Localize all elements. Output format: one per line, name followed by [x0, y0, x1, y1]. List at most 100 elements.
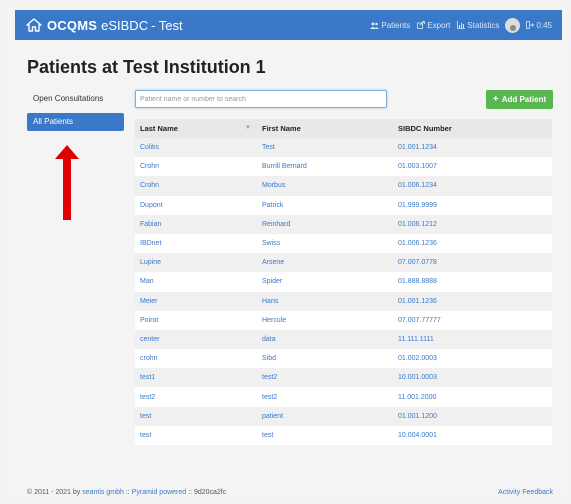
table-row[interactable]: test test 10.004.0001: [135, 425, 552, 445]
cell-sibdc-number[interactable]: 01.999.9999: [393, 202, 552, 209]
cell-last-name[interactable]: test2: [135, 394, 257, 401]
cell-last-name[interactable]: Crohn: [135, 163, 257, 170]
table-row[interactable]: Lupine Arsene 07.007.0778: [135, 253, 552, 273]
cell-sibdc-number[interactable]: 07.007.77777: [393, 317, 552, 324]
cell-last-name[interactable]: Dupont: [135, 202, 257, 209]
brand-light: eSIBDC: [101, 17, 149, 33]
cell-last-name[interactable]: Lupine: [135, 259, 257, 266]
column-header-first-name[interactable]: First Name: [257, 124, 393, 133]
footer-copyright: © 2011 - 2021 by seantis gmbh :: Pyramid…: [27, 489, 226, 496]
cell-sibdc-number[interactable]: 01.003.1007: [393, 163, 552, 170]
table-row[interactable]: Colitis Test 01.001.1234: [135, 138, 552, 158]
nav-export-label: Export: [427, 20, 451, 30]
bar-chart-icon: [457, 21, 466, 29]
plus-icon: +: [492, 94, 499, 105]
cell-first-name[interactable]: Hercule: [257, 317, 393, 324]
cell-first-name[interactable]: test2: [257, 374, 393, 381]
cell-first-name[interactable]: Morbus: [257, 182, 393, 189]
footer-separator: ::: [125, 489, 130, 496]
table-row[interactable]: Crohn Morbus 01.006.1234: [135, 176, 552, 196]
cell-first-name[interactable]: test2: [257, 394, 393, 401]
activity-feedback-link[interactable]: Activity Feedback: [498, 489, 553, 496]
cell-first-name[interactable]: Patrick: [257, 202, 393, 209]
table-row[interactable]: center data 11.111.1111: [135, 329, 552, 350]
cell-last-name[interactable]: Crohn: [135, 182, 257, 189]
sidebar-item-open-consultations[interactable]: Open Consultations: [27, 90, 124, 108]
nav-export[interactable]: Export: [417, 21, 450, 30]
cell-sibdc-number[interactable]: 01.001.1200: [393, 413, 552, 420]
add-patient-button[interactable]: + Add Patient: [486, 90, 553, 109]
cell-sibdc-number[interactable]: 01.002.0003: [393, 355, 552, 362]
cell-last-name[interactable]: center: [135, 336, 257, 343]
cell-first-name[interactable]: Swiss: [257, 240, 393, 247]
sidebar-item-all-patients[interactable]: All Patients: [27, 113, 124, 131]
cell-last-name[interactable]: IBDnet: [135, 240, 257, 247]
cell-first-name[interactable]: Reinhard: [257, 221, 393, 228]
user-avatar[interactable]: [505, 17, 521, 33]
cell-last-name[interactable]: crohn: [135, 355, 257, 362]
brand-suffix: - Test: [151, 17, 183, 33]
cell-sibdc-number[interactable]: 01.006.1212: [393, 221, 552, 228]
cell-first-name[interactable]: Sibd: [257, 355, 393, 362]
logout-icon: [526, 21, 535, 29]
top-nav: Patients Export Statistics 0:45: [363, 17, 552, 33]
table-row[interactable]: test1 test2 10.001.0003: [135, 368, 552, 388]
nav-patients-label: Patients: [381, 20, 411, 30]
cell-first-name[interactable]: Hans: [257, 298, 393, 305]
table-row[interactable]: Crohn Burrill Bernard 01.003.1007: [135, 157, 552, 177]
cell-sibdc-number[interactable]: 01.006.1234: [393, 182, 552, 189]
cell-first-name[interactable]: Arsene: [257, 259, 393, 266]
cell-sibdc-number[interactable]: 01.006.1236: [393, 240, 552, 247]
cell-sibdc-number[interactable]: 11.111.1111: [393, 336, 552, 343]
page-title: Patients at Test Institution 1: [27, 57, 266, 77]
table-row[interactable]: Man Spider 01.888.8888: [135, 272, 552, 292]
cell-first-name[interactable]: Spider: [257, 278, 393, 285]
table-row[interactable]: Fabian Reinhard 01.006.1212: [135, 214, 552, 234]
cell-first-name[interactable]: Burrill Bernard: [257, 163, 393, 170]
cell-first-name[interactable]: test: [257, 432, 393, 439]
table-row[interactable]: Dupont Patrick 01.999.9999: [135, 195, 552, 215]
table-row[interactable]: test patient 01.001.1200: [135, 406, 552, 426]
top-navbar: OCQMS eSIBDC - Test Patients Export Stat…: [15, 10, 562, 40]
cell-first-name[interactable]: Test: [257, 144, 393, 151]
cell-sibdc-number[interactable]: 11.001.2000: [393, 394, 552, 401]
column-header-sibdc-number[interactable]: SIBDC Number: [393, 124, 552, 133]
table-row[interactable]: crohn Sibd 01.002.0003: [135, 349, 552, 369]
avatar-head-icon: [509, 24, 516, 31]
footer-company-link[interactable]: seantis gmbh: [82, 489, 124, 496]
logout-button[interactable]: 0:45: [526, 21, 552, 30]
brand-bold: OCQMS: [47, 17, 98, 33]
cell-last-name[interactable]: test1: [135, 374, 257, 381]
search-input[interactable]: [135, 90, 387, 108]
patients-table: Last Name ▼ First Name SIBDC Number Coli…: [135, 119, 552, 445]
cell-last-name[interactable]: Meier: [135, 298, 257, 305]
nav-patients[interactable]: Patients: [370, 21, 410, 30]
cell-sibdc-number[interactable]: 10.001.0003: [393, 374, 552, 381]
cell-first-name[interactable]: data: [257, 336, 393, 343]
cell-first-name[interactable]: patient: [257, 413, 393, 420]
cell-sibdc-number[interactable]: 01.001.1234: [393, 144, 552, 151]
table-row[interactable]: IBDnet Swiss 01.006.1236: [135, 233, 552, 254]
cell-last-name[interactable]: Man: [135, 278, 257, 285]
table-header: Last Name ▼ First Name SIBDC Number: [135, 119, 552, 138]
cell-sibdc-number[interactable]: 07.007.0778: [393, 259, 552, 266]
cell-sibdc-number[interactable]: 10.004.0001: [393, 432, 552, 439]
export-icon: [417, 21, 426, 29]
footer-pyramid-link[interactable]: Pyramid powered: [132, 489, 186, 496]
cell-last-name[interactable]: test: [135, 413, 257, 420]
nav-statistics[interactable]: Statistics: [457, 21, 499, 30]
cell-last-name[interactable]: test: [135, 432, 257, 439]
red-arrow-icon: [55, 145, 79, 220]
table-row[interactable]: test2 test2 11.001.2000: [135, 387, 552, 407]
cell-last-name[interactable]: Colitis: [135, 144, 257, 151]
table-row[interactable]: Poirot Hercule 07.007.77777: [135, 310, 552, 330]
footer-version: :: 9d20ca2fc: [188, 489, 227, 496]
cell-sibdc-number[interactable]: 01.888.8888: [393, 278, 552, 285]
cell-last-name[interactable]: Fabian: [135, 221, 257, 228]
cell-last-name[interactable]: Poirot: [135, 317, 257, 324]
session-timer: 0:45: [536, 20, 552, 30]
column-header-last-name[interactable]: Last Name ▼: [135, 124, 257, 133]
cell-sibdc-number[interactable]: 01.001.1236: [393, 298, 552, 305]
table-row[interactable]: Meier Hans 01.001.1236: [135, 291, 552, 311]
brand[interactable]: OCQMS eSIBDC - Test: [26, 18, 183, 33]
